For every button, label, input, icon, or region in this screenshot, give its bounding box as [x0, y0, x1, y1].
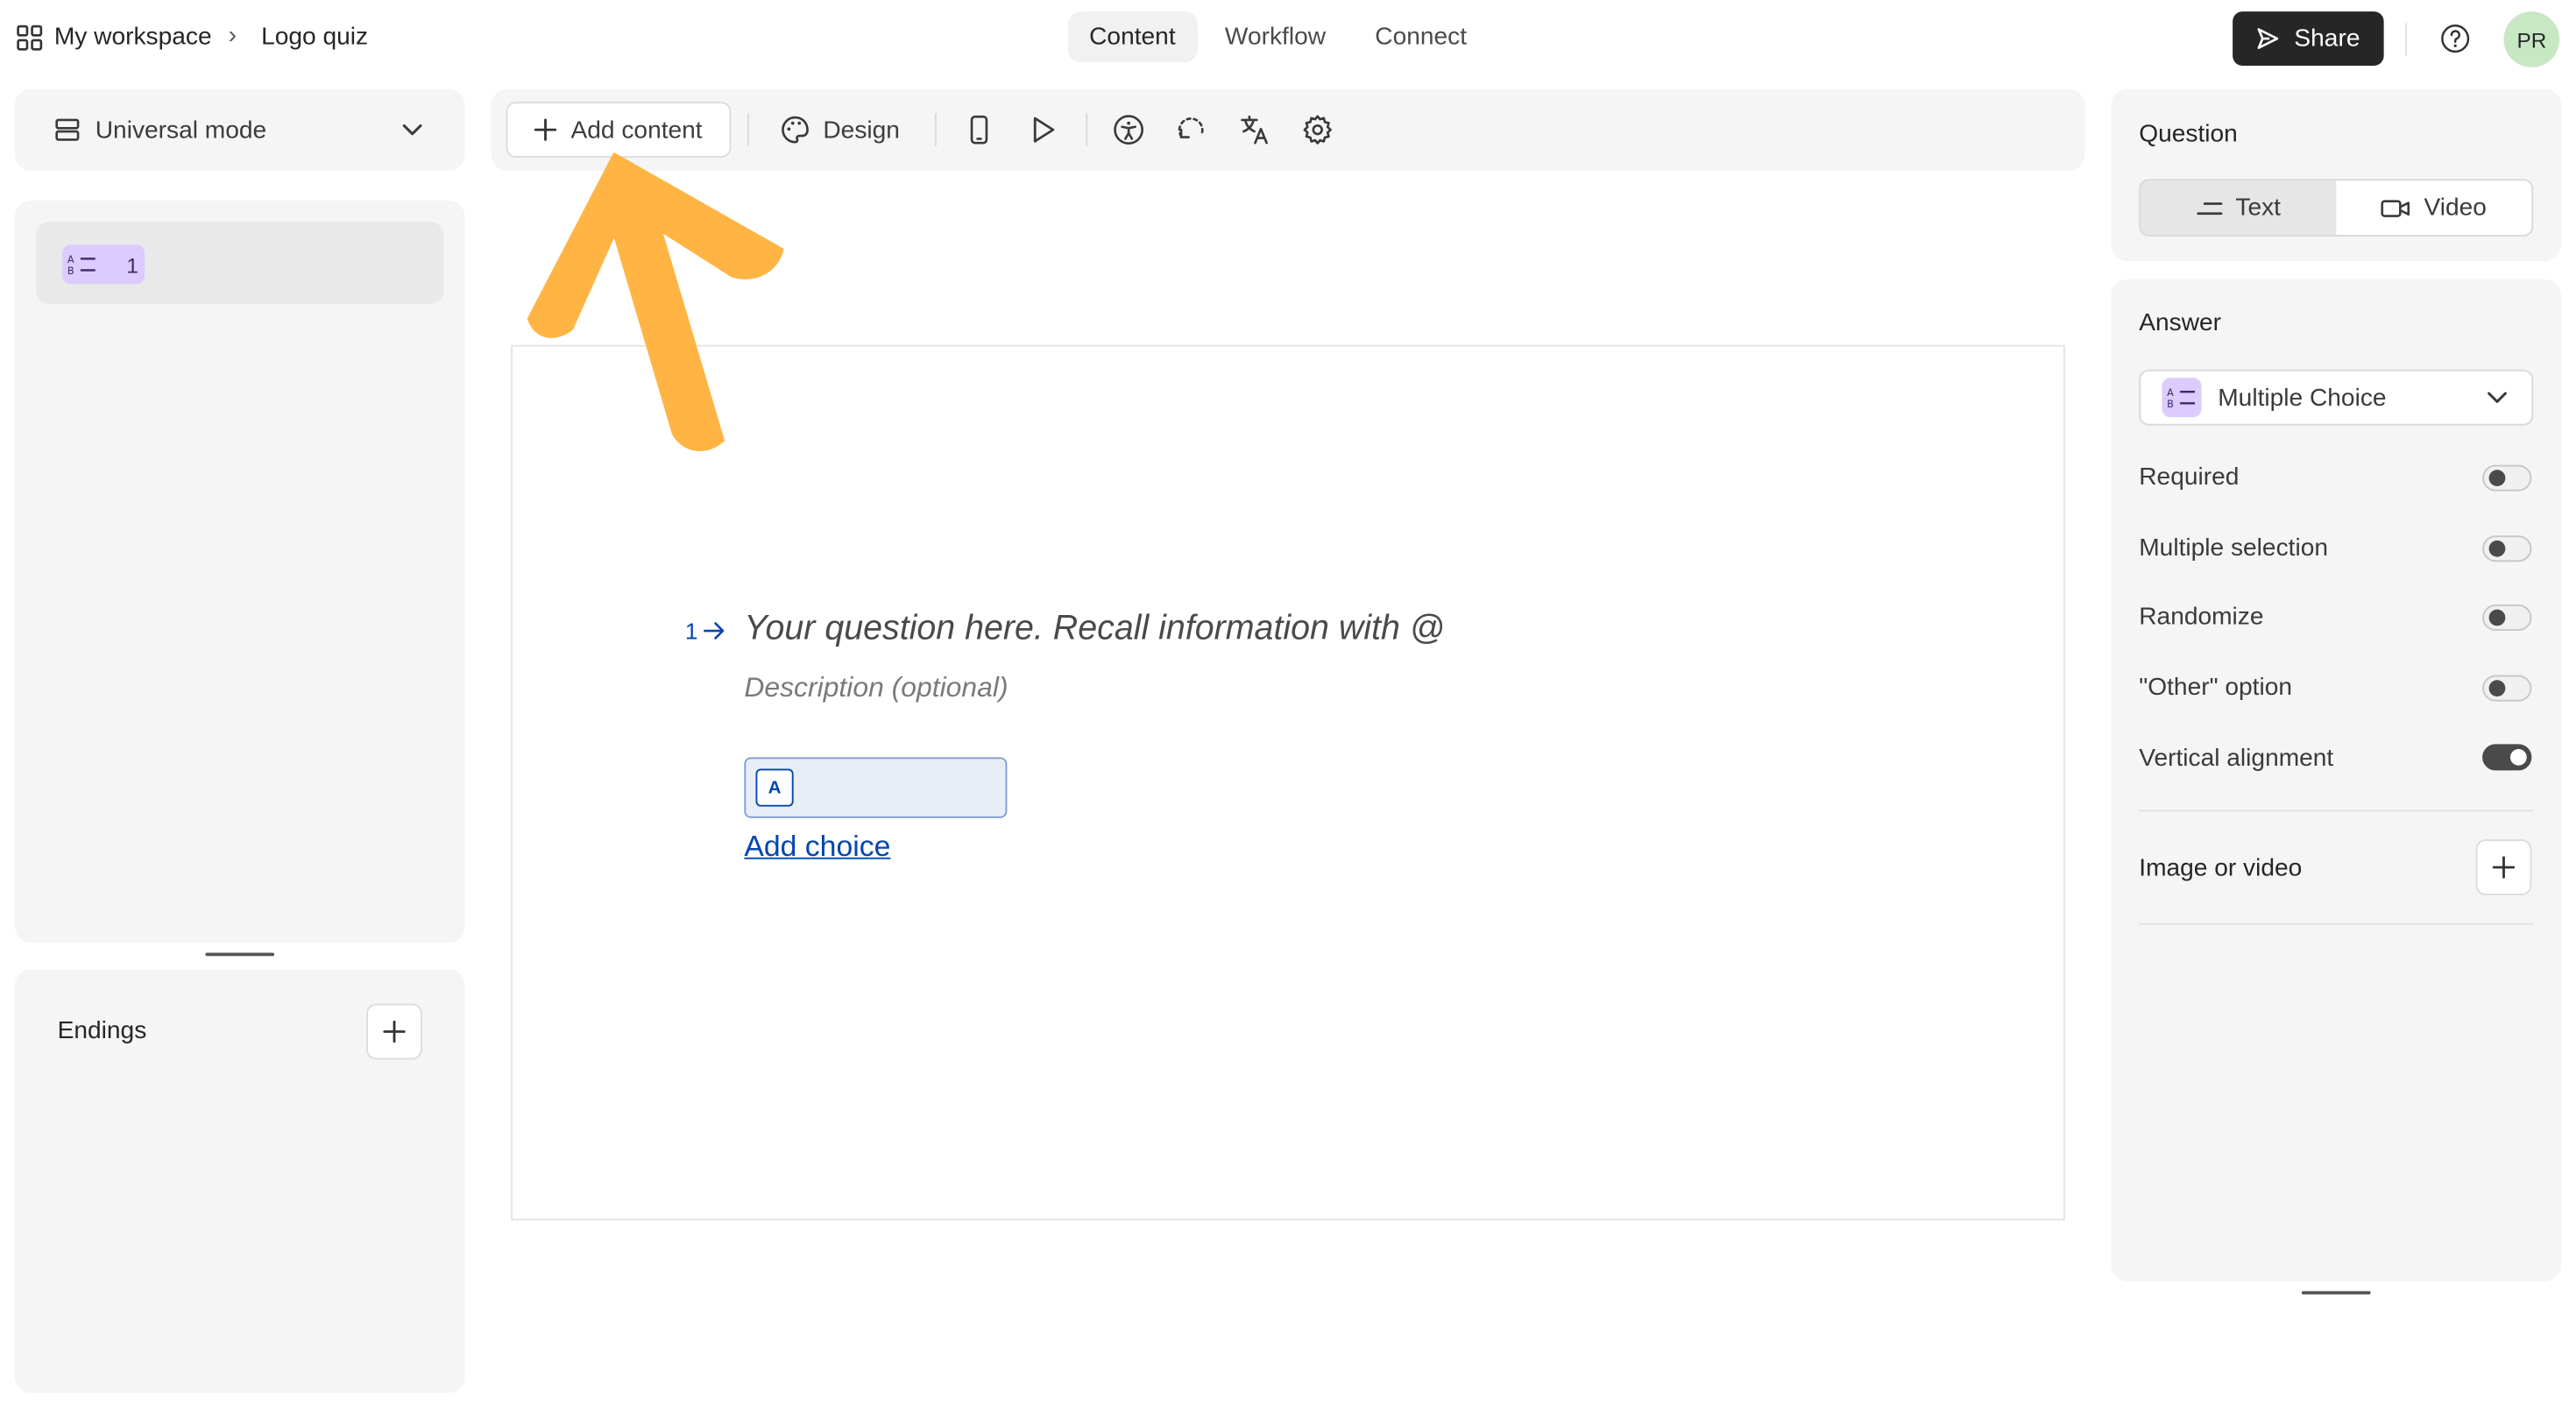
workspace-grid-icon[interactable]: [17, 25, 43, 51]
toolbar-divider: [1086, 113, 1088, 146]
canvas-question-number: 1: [684, 618, 698, 644]
mode-selector[interactable]: Universal mode: [14, 88, 465, 171]
palette-icon: [781, 115, 810, 145]
toolbar-divider: [934, 113, 937, 146]
answer-type-badge: AB: [2162, 378, 2202, 418]
tab-video[interactable]: Video: [2336, 180, 2531, 235]
other-option-toggle[interactable]: [2482, 675, 2532, 702]
chevron-down-icon: [402, 124, 422, 137]
answer-settings-panel: Answer AB Multiple Choice Required Multi…: [2111, 279, 2562, 1282]
plus-icon: [534, 118, 558, 141]
send-icon: [2256, 26, 2281, 51]
tab-video-label: Video: [2424, 194, 2487, 223]
svg-text:A: A: [2167, 387, 2174, 399]
question-number: 1: [126, 251, 138, 277]
avatar[interactable]: PR: [2503, 11, 2560, 67]
tab-workflow[interactable]: Workflow: [1204, 11, 1348, 62]
header-divider: [2405, 23, 2407, 56]
highlight-arrow: [522, 152, 793, 463]
multiple-selection-toggle[interactable]: [2482, 535, 2532, 562]
required-label: Required: [2139, 463, 2240, 491]
add-content-label: Add content: [570, 116, 703, 145]
add-ending-button[interactable]: [366, 1003, 422, 1060]
mobile-preview-icon[interactable]: [963, 113, 996, 146]
gear-icon[interactable]: [1301, 113, 1334, 146]
other-option-label: "Other" option: [2139, 673, 2293, 702]
breadcrumb-workspace[interactable]: My workspace: [54, 23, 212, 51]
resize-handle[interactable]: [205, 952, 275, 957]
video-camera-icon: [2381, 198, 2411, 218]
vertical-alignment-label: Vertical alignment: [2139, 744, 2334, 773]
question-description-input[interactable]: Description (optional): [744, 672, 1008, 705]
svg-text:A: A: [67, 254, 74, 265]
multiple-selection-label: Multiple selection: [2139, 534, 2328, 562]
breadcrumb-form-title[interactable]: Logo quiz: [261, 23, 368, 51]
form-canvas: 1 Your question here. Recall information…: [511, 344, 2065, 1221]
question-badge: AB 1: [62, 244, 145, 285]
plus-icon: [2492, 856, 2516, 879]
question-settings-panel: Question Text Video: [2111, 88, 2562, 262]
accessibility-icon[interactable]: [1112, 113, 1145, 146]
choice-key: A: [755, 768, 794, 807]
required-toggle[interactable]: [2482, 464, 2532, 491]
answer-type-dropdown[interactable]: AB Multiple Choice: [2139, 369, 2534, 426]
multiple-choice-icon: AB: [2167, 386, 2197, 409]
share-label: Share: [2294, 25, 2360, 53]
answer-heading: Answer: [2139, 308, 2222, 337]
questions-panel: AB 1: [14, 200, 465, 944]
arrow-right-icon: [703, 621, 724, 641]
mode-label: Universal mode: [95, 116, 267, 145]
image-or-video-label: Image or video: [2139, 854, 2303, 882]
chevron-down-icon: [2488, 391, 2508, 404]
resize-handle[interactable]: [2301, 1290, 2371, 1295]
play-icon[interactable]: [1027, 113, 1060, 146]
translate-icon[interactable]: [1239, 113, 1272, 146]
design-label: Design: [823, 116, 900, 145]
tab-content[interactable]: Content: [1067, 11, 1198, 63]
svg-text:B: B: [2167, 399, 2174, 409]
layout-rows-icon: [54, 117, 81, 143]
tab-text[interactable]: Text: [2141, 180, 2337, 236]
vertical-alignment-toggle[interactable]: [2482, 744, 2532, 771]
randomize-toggle[interactable]: [2482, 605, 2532, 631]
main-nav: Content Workflow Connect: [1067, 11, 1489, 63]
svg-text:B: B: [67, 265, 74, 276]
add-media-button[interactable]: [2475, 839, 2532, 895]
plus-icon: [383, 1020, 406, 1043]
question-list-item[interactable]: AB 1: [36, 222, 444, 304]
app-window: My workspace › Logo quiz Content Workflo…: [0, 0, 2576, 1405]
logic-loop-icon[interactable]: [1175, 113, 1208, 146]
add-content-button[interactable]: Add content: [506, 102, 732, 158]
endings-label: Endings: [57, 1016, 147, 1045]
question-number-indicator: 1: [685, 618, 725, 644]
help-icon[interactable]: [2439, 23, 2471, 54]
text-lines-icon: [2196, 200, 2222, 216]
toolbar-divider: [747, 113, 749, 146]
add-choice-link[interactable]: Add choice: [744, 830, 890, 864]
question-title-input[interactable]: Your question here. Recall information w…: [744, 610, 1444, 649]
section-divider: [2139, 810, 2534, 812]
tab-text-label: Text: [2235, 194, 2281, 223]
multiple-choice-icon: AB: [67, 253, 97, 276]
tab-connect[interactable]: Connect: [1354, 11, 1489, 62]
question-type-toggle: Text Video: [2139, 179, 2534, 237]
randomize-label: Randomize: [2139, 603, 2264, 631]
endings-panel: Endings: [14, 969, 465, 1393]
answer-type-label: Multiple Choice: [2218, 383, 2387, 412]
design-button[interactable]: Design: [770, 102, 909, 158]
choice-a-input[interactable]: A: [744, 757, 1008, 818]
section-divider: [2139, 923, 2534, 925]
share-button[interactable]: Share: [2233, 11, 2384, 66]
breadcrumb-separator: ›: [228, 21, 237, 50]
question-heading: Question: [2139, 119, 2238, 148]
